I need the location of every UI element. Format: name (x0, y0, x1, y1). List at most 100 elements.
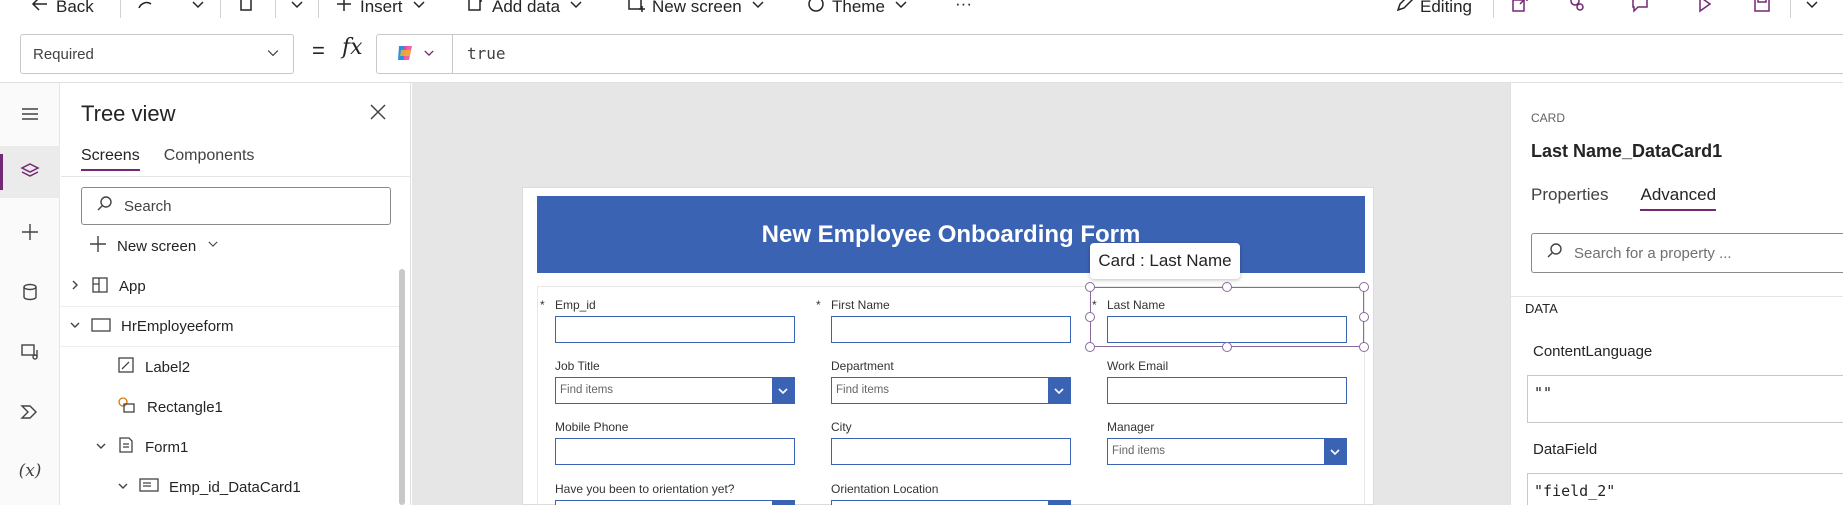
divider (220, 0, 221, 18)
tab-screens[interactable]: Screens (81, 147, 140, 171)
hamburger-icon (20, 104, 40, 127)
menu-button[interactable] (0, 89, 60, 141)
tree-view-button[interactable] (0, 146, 60, 198)
tree-node-app[interactable]: App (61, 267, 399, 307)
mobile-phone-input[interactable] (555, 438, 795, 465)
property-selector[interactable]: Required (20, 34, 294, 74)
power-automate-button[interactable] (0, 387, 60, 439)
variables-button[interactable]: (x) (0, 445, 60, 497)
chevron-down-icon (287, 0, 307, 19)
copilot-button[interactable] (377, 35, 453, 73)
close-icon (369, 104, 387, 124)
properties-panel: CARD Last Name_DataCard1 Properties Adva… (1510, 83, 1843, 505)
job-title-dropdown[interactable]: Find items (555, 377, 795, 404)
tab-properties[interactable]: Properties (1531, 185, 1608, 211)
copilot-icon (394, 42, 416, 67)
divider (1493, 0, 1494, 18)
scrollbar[interactable] (399, 269, 405, 505)
orientation-location-dropdown[interactable] (831, 500, 1071, 505)
tree-node-datacard[interactable]: Emp_id_DataCard1 (117, 467, 301, 505)
chevron-down-icon (117, 479, 129, 496)
copy-button[interactable] (236, 0, 256, 19)
resize-handle[interactable] (1222, 282, 1232, 292)
tree-node-screen[interactable]: HrEmployeeform (61, 307, 399, 347)
editing-button[interactable]: Editing (1394, 0, 1472, 19)
resize-handle[interactable] (1359, 342, 1369, 352)
first-name-input[interactable] (831, 316, 1071, 343)
tab-advanced[interactable]: Advanced (1640, 185, 1717, 211)
chevron-down-icon (1324, 439, 1346, 464)
city-input[interactable] (831, 438, 1071, 465)
insert-rail-button[interactable] (0, 207, 60, 259)
save-dropdown[interactable] (1802, 0, 1822, 19)
resize-handle[interactable] (1222, 342, 1232, 352)
play-icon (1694, 0, 1714, 19)
orientation-dropdown[interactable] (555, 500, 795, 505)
chevron-down-icon (265, 45, 281, 65)
share-icon (1510, 0, 1530, 19)
tree-node-rectangle[interactable]: Rectangle1 (117, 387, 223, 427)
tree-node-form[interactable]: Form1 (95, 427, 188, 467)
work-email-input[interactable] (1107, 377, 1347, 404)
copy-icon (236, 0, 256, 19)
panel-title: Tree view (81, 101, 176, 126)
media-button[interactable] (0, 327, 60, 379)
resize-handle[interactable] (1085, 312, 1095, 322)
health-button[interactable] (1566, 0, 1586, 19)
more-button[interactable]: ··· (955, 0, 972, 14)
resize-handle[interactable] (1359, 282, 1369, 292)
search-icon (96, 195, 114, 217)
resize-handle[interactable] (1359, 312, 1369, 322)
formula-input[interactable]: true (376, 34, 1843, 74)
equals-sign: = (312, 38, 325, 63)
tab-components[interactable]: Components (164, 147, 255, 171)
theme-button[interactable]: Theme (806, 0, 911, 19)
stethoscope-icon (1566, 0, 1586, 19)
emp-id-input[interactable] (555, 316, 795, 343)
selection-tooltip: Card : Last Name (1090, 243, 1240, 279)
chevron-down-icon (95, 439, 107, 456)
department-dropdown[interactable]: Find items (831, 377, 1071, 404)
database-add-icon (466, 0, 486, 19)
property-label: ContentLanguage (1533, 343, 1653, 360)
property-label: DataField (1533, 441, 1598, 458)
add-data-button[interactable]: Add data (466, 0, 586, 19)
form-title-banner: New Employee Onboarding Form (537, 196, 1365, 273)
tree-view-panel: Tree view Screens Components Search New … (61, 83, 411, 505)
insert-button[interactable]: Insert (334, 0, 429, 19)
share-button[interactable] (1510, 0, 1530, 19)
property-search-input[interactable]: Search for a property ... (1531, 233, 1843, 273)
chevron-down-icon (409, 0, 429, 19)
card-icon (139, 477, 159, 497)
new-screen-button[interactable]: New screen (626, 0, 768, 19)
copy-dropdown[interactable] (287, 0, 307, 19)
data-field-input[interactable]: "field_2" (1527, 473, 1843, 505)
close-button[interactable] (369, 103, 387, 124)
chevron-down-icon (1048, 378, 1070, 403)
tree-node-label[interactable]: Label2 (117, 347, 190, 387)
chevron-down-icon (69, 318, 81, 335)
tree-search-input[interactable]: Search (81, 187, 391, 225)
back-button[interactable]: Back (30, 0, 94, 19)
form-icon (117, 436, 135, 458)
manager-dropdown[interactable]: Find items (1107, 438, 1347, 465)
field-orientation: Have you been to orientation yet? (555, 482, 795, 505)
save-button[interactable] (1752, 0, 1772, 19)
field-emp-id: * Emp_id (540, 298, 795, 343)
properties-tabs: Properties Advanced (1531, 185, 1717, 211)
field-department: Department Find items (831, 359, 1071, 404)
data-button[interactable] (0, 267, 60, 319)
divider (1511, 296, 1843, 297)
new-screen-link[interactable]: New screen (89, 235, 220, 257)
undo-button[interactable] (135, 0, 155, 19)
field-mobile-phone: Mobile Phone (555, 420, 795, 465)
undo-dropdown[interactable] (188, 0, 208, 19)
left-rail: (x) (0, 83, 60, 505)
screen-icon (91, 317, 111, 337)
comments-button[interactable] (1630, 0, 1650, 19)
selection-outline[interactable] (1090, 287, 1364, 347)
play-button[interactable] (1694, 0, 1714, 19)
content-language-input[interactable]: "" (1527, 375, 1843, 423)
resize-handle[interactable] (1085, 342, 1095, 352)
resize-handle[interactable] (1085, 282, 1095, 292)
